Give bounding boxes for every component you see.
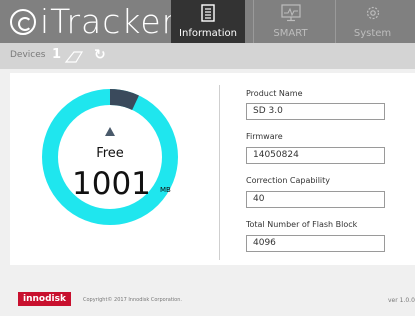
firmware-label: Firmware: [246, 132, 283, 141]
firmware-field[interactable]: 14050824: [246, 147, 385, 164]
monitor-icon: [254, 4, 327, 26]
gear-icon: [336, 4, 409, 26]
correction-capability-field[interactable]: 40: [246, 191, 385, 208]
product-name-field[interactable]: SD 3.0: [246, 103, 385, 120]
gauge-pointer-icon: [105, 127, 115, 136]
app-footer: innodisk Copyright© 2017 Innodisk Corpor…: [0, 280, 415, 316]
device-arrow-icon[interactable]: [64, 49, 84, 68]
tab-system[interactable]: System: [335, 0, 409, 43]
device-selector[interactable]: 1: [52, 47, 61, 62]
gauge-used-segment: [109, 89, 139, 111]
logo-text: iTracker: [40, 2, 177, 41]
tab-information-label: Information: [179, 28, 237, 39]
flash-block-label: Total Number of Flash Block: [246, 220, 358, 229]
information-panel: Free 1001 MB Product Name SD 3.0 Firmwar…: [10, 73, 415, 265]
flash-block-field[interactable]: 4096: [246, 235, 385, 252]
free-unit: MB: [160, 186, 171, 194]
panel-divider: [219, 85, 220, 260]
refresh-icon[interactable]: ↻: [94, 47, 106, 63]
document-icon: [171, 4, 245, 26]
brand-logo: innodisk: [18, 292, 71, 306]
version-text: ver 1.0.0: [388, 297, 415, 304]
tab-system-label: System: [353, 28, 392, 39]
copyright-text: Copyright© 2017 Innodisk Corporation.: [83, 297, 182, 303]
product-name-label: Product Name: [246, 89, 303, 98]
app-header: iTracker Information SMART System: [0, 0, 415, 43]
free-label: Free: [96, 146, 124, 161]
correction-capability-label: Correction Capability: [246, 176, 331, 185]
tab-smart-label: SMART: [273, 28, 308, 39]
logo-mark-icon: [10, 9, 36, 35]
devices-label: Devices: [10, 50, 46, 60]
app-logo: iTracker: [10, 4, 176, 40]
tab-smart[interactable]: SMART: [253, 0, 327, 43]
device-toolbar: Devices 1 ↻: [0, 43, 415, 69]
tab-information[interactable]: Information: [171, 0, 245, 43]
free-value: 1001: [72, 166, 151, 202]
